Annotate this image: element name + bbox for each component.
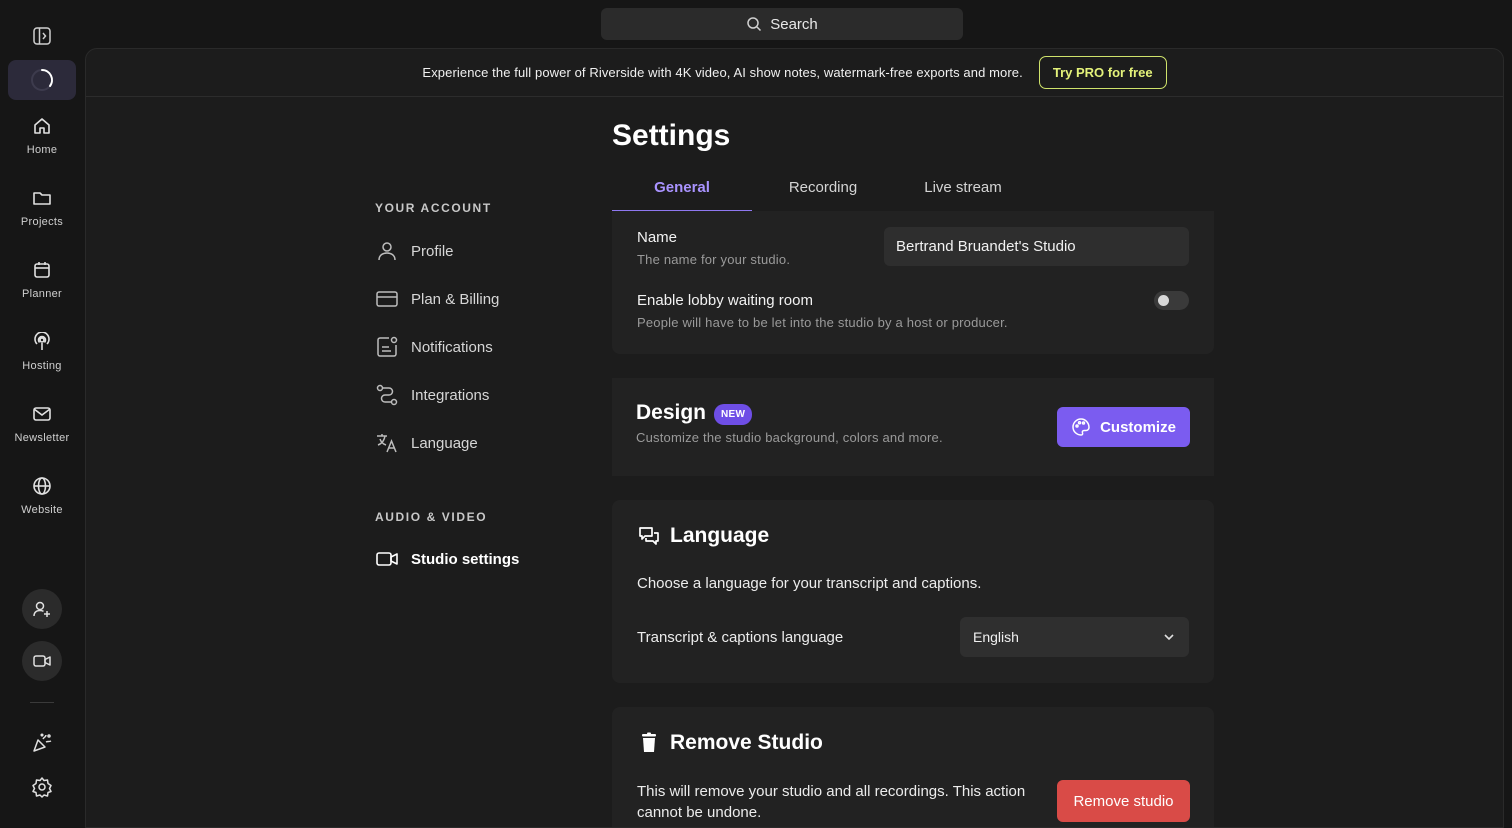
name-setting: Name The name for your studio. [637,229,790,267]
captions-language-label: Transcript & captions language [637,629,844,646]
remove-title: Remove Studio [670,731,823,754]
trash-icon [642,732,656,752]
gear-icon [32,777,52,798]
settings-tabs: General Recording Live stream [612,179,1214,212]
invite-user-button[interactable] [22,589,62,629]
tab-general[interactable]: General [612,179,752,212]
toggle-knob [1158,295,1169,306]
nav-label: Projects [20,216,64,228]
settings-nav-studio-settings[interactable]: Studio settings [375,547,519,571]
language-card: Language Choose a language for your tran… [612,500,1214,683]
settings-nav-label: Integrations [411,386,490,404]
nav-projects[interactable]: Projects [0,188,84,228]
nav-hosting[interactable]: Hosting [0,332,84,372]
settings-nav-language[interactable]: Language [375,431,478,455]
integrations-icon [376,384,398,406]
whats-new-button[interactable] [31,732,53,754]
your-account-heading: YOUR ACCOUNT [375,201,492,215]
settings-nav-label: Studio settings [411,550,520,568]
audio-video-heading: AUDIO & VIDEO [375,510,488,524]
tab-live-stream[interactable]: Live stream [914,179,1012,212]
mail-icon [33,407,51,421]
user-icon [378,242,396,261]
settings-nav-label: Language [411,434,478,452]
try-pro-button[interactable]: Try PRO for free [1038,56,1167,89]
settings-nav-label: Profile [411,242,454,260]
globe-icon [33,477,51,495]
captions-language-select[interactable]: English [960,617,1189,657]
chevron-down-icon [1164,634,1174,641]
app-sidebar: Home Projects Planner Hosting Newsletter… [0,0,84,814]
pro-banner: Experience the full power of Riverside w… [86,49,1503,97]
settings-nav-billing[interactable]: Plan & Billing [375,287,499,311]
design-header: Design NEW [636,401,753,426]
search-icon [747,17,762,32]
podcast-icon [34,332,50,350]
lobby-toggle[interactable] [1154,291,1189,310]
language-title: Language [670,524,770,547]
remove-studio-button[interactable]: Remove studio [1057,780,1190,822]
design-card: Design NEW Customize the studio backgroun… [612,378,1214,476]
selected-language: English [973,629,1019,645]
customize-button[interactable]: Customize [1057,407,1190,447]
workspace-avatar[interactable] [8,60,76,100]
studio-name-input[interactable] [884,227,1189,266]
settings-nav-label: Notifications [411,338,493,356]
remove-studio-card: Remove Studio This will remove your stud… [612,707,1214,827]
settings-button[interactable] [31,776,53,798]
settings-nav-notifications[interactable]: Notifications [375,335,493,359]
settings-nav-label: Plan & Billing [411,290,500,308]
settings-nav-profile[interactable]: Profile [375,239,454,263]
main-panel: Experience the full power of Riverside w… [85,48,1504,828]
chat-bubbles-icon [639,527,659,545]
remove-description: This will remove your studio and all rec… [637,783,1026,821]
page-title: Settings [612,119,731,152]
nav-label: Newsletter [14,432,70,444]
language-header: Language [637,524,769,548]
translate-icon [377,434,397,453]
nav-label: Planner [21,288,62,300]
credit-card-icon [376,291,398,307]
name-label: Name [637,229,678,246]
palette-icon [1072,418,1090,436]
nav-home[interactable]: Home [0,116,84,156]
loading-spinner-icon [31,69,53,91]
home-icon [34,118,50,134]
nav-planner[interactable]: Planner [0,260,84,300]
general-card: Name The name for your studio. Enable lo… [612,211,1214,354]
notifications-icon [377,336,398,357]
customize-label: Customize [1100,418,1176,436]
lobby-setting: Enable lobby waiting room People will ha… [637,292,1008,330]
video-camera-icon [33,655,51,667]
design-description: Customize the studio background, colors … [636,430,943,445]
nav-newsletter[interactable]: Newsletter [0,404,84,444]
record-button[interactable] [22,641,62,681]
name-description: The name for your studio. [637,252,791,267]
language-description: Choose a language for your transcript an… [637,575,982,592]
settings-nav-integrations[interactable]: Integrations [375,383,489,407]
lobby-label: Enable lobby waiting room [637,292,813,309]
banner-text: Experience the full power of Riverside w… [422,65,1023,80]
new-badge: NEW [714,404,753,426]
nav-website[interactable]: Website [0,476,84,516]
design-title: Design [636,401,707,424]
user-plus-icon [33,601,50,617]
remove-header: Remove Studio [637,731,823,755]
video-camera-icon [376,552,398,566]
folder-icon [33,192,51,205]
calendar-icon [34,262,50,278]
nav-label: Hosting [22,360,62,372]
sidebar-toggle-icon[interactable] [32,26,52,46]
rail-divider [30,702,54,703]
nav-label: Website [21,504,63,516]
lobby-description: People will have to be let into the stud… [637,315,1008,330]
search-bar[interactable]: Search [601,8,963,40]
party-popper-icon [33,733,52,752]
nav-label: Home [26,144,58,156]
search-label: Search [770,15,818,33]
tab-recording[interactable]: Recording [776,179,870,212]
